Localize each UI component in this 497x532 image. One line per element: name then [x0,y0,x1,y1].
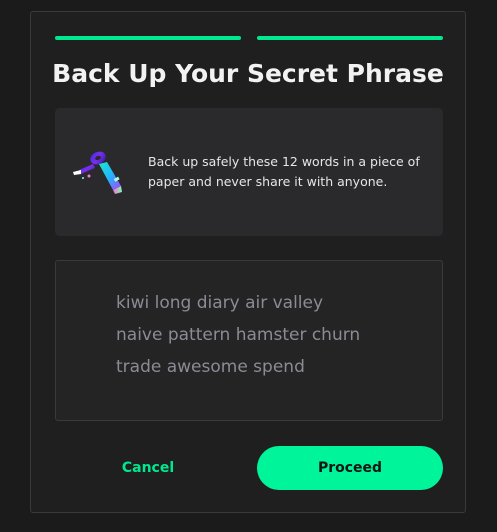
progress-step-1 [55,36,241,40]
proceed-button[interactable]: Proceed [257,446,443,490]
secret-phrase-box: kiwi long diary air valley naive pattern… [55,260,443,421]
phrase-line-3: trade awesome spend [116,357,305,377]
phrase-line-2: naive pattern hamster churn [116,325,361,345]
secret-phrase-words: kiwi long diary air valley naive pattern… [116,287,426,383]
progress-step-2 [257,36,443,40]
backup-phrase-dialog: Back Up Your Secret Phrase Back up safel… [30,11,466,513]
dialog-title: Back Up Your Secret Phrase [52,59,444,88]
info-panel: Back up safely these 12 words in a piece… [55,108,443,236]
cancel-button[interactable]: Cancel [55,446,241,490]
progress-indicator [55,36,443,40]
key-icon [69,142,129,202]
phrase-line-1: kiwi long diary air valley [116,293,324,313]
info-text: Back up safely these 12 words in a piece… [148,154,420,189]
